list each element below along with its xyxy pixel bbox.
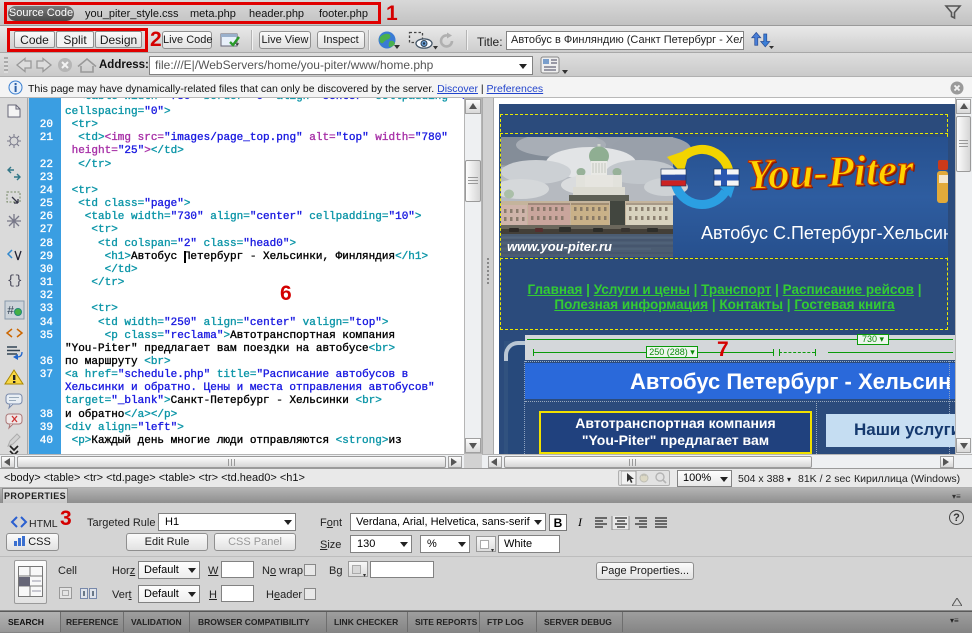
- svg-text:#: #: [7, 304, 14, 318]
- svg-text:{}: {}: [7, 273, 23, 288]
- svg-text:www.you-piter.ru: www.you-piter.ru: [507, 239, 612, 254]
- svg-text:Автобус С.Петербург-Хельсинки: Автобус С.Петербург-Хельсинки: [701, 223, 948, 243]
- svg-text:You-Piter: You-Piter: [746, 146, 916, 199]
